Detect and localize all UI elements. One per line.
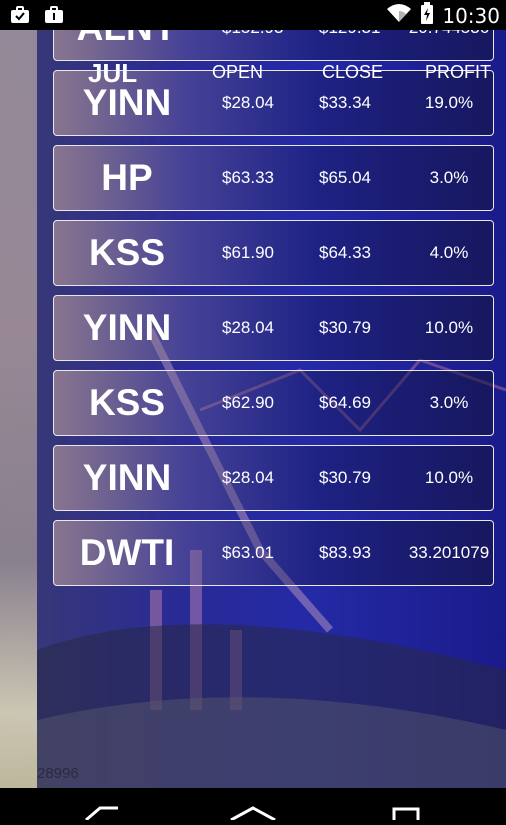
recents-icon[interactable] xyxy=(380,806,430,825)
profit-value: 10.0% xyxy=(424,468,474,487)
ticker-label: KSS xyxy=(88,232,166,273)
navigation-bar xyxy=(0,788,506,825)
clock: 10:30 xyxy=(442,3,500,28)
open-price: $62.90 xyxy=(222,393,274,412)
open-price: $63.33 xyxy=(222,168,274,187)
briefcase-icon xyxy=(10,6,30,24)
profit-value: 3.0% xyxy=(429,393,469,412)
profit-value: 20.744536 xyxy=(404,30,494,60)
list-item[interactable]: ALNY $152.93 $129.31 20.744536 xyxy=(53,30,494,61)
month-label: JUL xyxy=(88,58,138,88)
ticker-label: YINN xyxy=(82,457,172,498)
close-price: $129.31 xyxy=(319,30,380,60)
open-price: $28.04 xyxy=(222,468,274,487)
profit-value: 3.0% xyxy=(429,168,469,187)
wifi-icon xyxy=(386,3,412,28)
back-icon[interactable] xyxy=(78,806,128,822)
column-header-profit: PROFIT xyxy=(425,62,491,82)
briefcase-icon xyxy=(44,6,64,24)
side-panel xyxy=(0,30,37,788)
profit-value: 10.0% xyxy=(424,318,474,337)
profit-value: 4.0% xyxy=(429,243,469,262)
open-price: $28.04 xyxy=(222,318,274,337)
close-price: $65.04 xyxy=(319,168,371,187)
list-item[interactable]: YINN $28.04 $30.79 10.0% xyxy=(53,295,494,361)
ticker-label: KSS xyxy=(88,382,166,423)
home-icon[interactable] xyxy=(228,806,278,822)
ticker-label: DWTI xyxy=(79,532,175,573)
footer-number: 28996 xyxy=(37,765,79,782)
close-price: $30.79 xyxy=(319,468,371,487)
open-price: $152.93 xyxy=(222,30,283,60)
column-header-close: CLOSE xyxy=(322,62,384,82)
main-content[interactable]: ALNY $152.93 $129.31 20.744536 YINN $28.… xyxy=(0,30,506,788)
ticker-label: YINN xyxy=(82,307,172,348)
profit-value: 33.201079 xyxy=(408,543,490,562)
list-item[interactable]: KSS $61.90 $64.33 4.0% xyxy=(53,220,494,286)
ticker-label: HP xyxy=(101,157,153,198)
open-price: $63.01 xyxy=(222,543,274,562)
list-item[interactable]: DWTI $63.01 $83.93 33.201079 xyxy=(53,520,494,586)
close-price: $30.79 xyxy=(319,318,371,337)
list-item[interactable]: KSS $62.90 $64.69 3.0% xyxy=(53,370,494,436)
open-price: $61.90 xyxy=(222,243,274,262)
status-bar: 10:30 xyxy=(0,0,506,30)
list-item[interactable]: HP $63.33 $65.04 3.0% xyxy=(53,145,494,211)
ticker-label: ALNY xyxy=(54,30,200,60)
list-item[interactable]: YINN $28.04 $30.79 10.0% xyxy=(53,445,494,511)
battery-icon xyxy=(420,2,434,29)
close-price: $64.33 xyxy=(319,243,371,262)
column-header-open: OPEN xyxy=(212,62,264,82)
close-price: $64.69 xyxy=(319,393,371,412)
close-price: $83.93 xyxy=(319,543,371,562)
